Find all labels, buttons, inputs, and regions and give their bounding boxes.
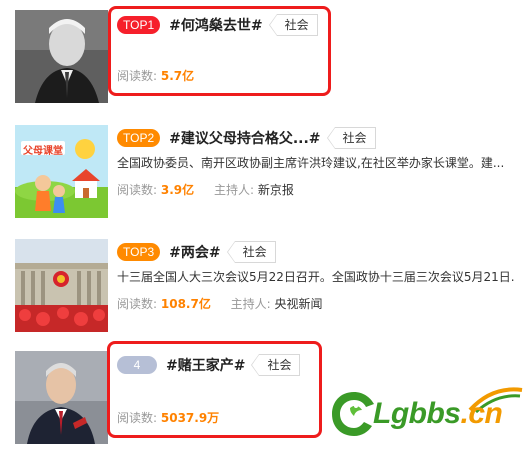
watermark-domain: .cn xyxy=(460,397,503,430)
category-tag[interactable]: 社会 xyxy=(326,127,376,149)
read-count-value: 3.9亿 xyxy=(160,183,195,197)
title-row: TOP3 #两会# 社会 xyxy=(117,241,276,263)
title-row: TOP2 #建议父母持合格父...# 社会 xyxy=(117,127,376,149)
hot-topic-list: TOP1 #何鸿燊去世# 社会 阅读数: 5.7亿 父母课堂 TOP2 #建议父… xyxy=(0,0,528,453)
watermark-logo: Lgbbs.cn xyxy=(328,384,528,444)
thumbnail-portrait-elderly-man[interactable] xyxy=(15,10,108,103)
topic-link[interactable]: #两会# xyxy=(169,242,220,262)
meta-row: 阅读数: 108.7亿 主持人: 央视新闻 xyxy=(117,295,323,312)
topic-link[interactable]: #建议父母持合格父...# xyxy=(169,128,320,148)
host-label: 主持人: xyxy=(230,297,271,311)
category-tag[interactable]: 社会 xyxy=(226,241,276,263)
read-count-label: 阅读数: xyxy=(117,297,158,311)
rank-badge: TOP3 xyxy=(117,243,161,261)
read-count-value: 108.7亿 xyxy=(160,297,211,311)
host-label: 主持人: xyxy=(213,183,255,197)
host-name[interactable]: 央视新闻 xyxy=(275,297,323,311)
highlight-box-item-4 xyxy=(107,341,322,438)
watermark-brand: Lgbbs xyxy=(373,397,461,430)
thumbnail-parent-classroom[interactable]: 父母课堂 xyxy=(15,125,108,218)
topic-description: 十三届全国人大三次会议5月22日召开。全国政协十三届三次会议5月21日... xyxy=(117,270,515,284)
list-item-3[interactable]: TOP3 #两会# 社会 十三届全国人大三次会议5月22日召开。全国政协十三届三… xyxy=(0,231,528,333)
watermark-text: Lgbbs.cn xyxy=(373,397,503,431)
topic-description: 全国政协委员、南开区政协副主席许洪玲建议,在社区举办家长课堂。建... xyxy=(117,156,505,170)
host-name[interactable]: 新京报 xyxy=(258,183,294,197)
rank-badge: TOP2 xyxy=(117,129,161,147)
thumbnail-caption: 父母课堂 xyxy=(23,146,63,157)
thumbnail-great-hall[interactable] xyxy=(15,239,108,332)
meta-row: 阅读数: 3.9亿 主持人: 新京报 xyxy=(117,181,294,198)
read-count-label: 阅读数: xyxy=(117,183,158,197)
highlight-box-item-1 xyxy=(108,6,331,96)
list-item-2[interactable]: 父母课堂 TOP2 #建议父母持合格父...# 社会 全国政协委员、南开区政协副… xyxy=(0,115,528,218)
thumbnail-portrait-man-suit[interactable] xyxy=(15,351,108,444)
